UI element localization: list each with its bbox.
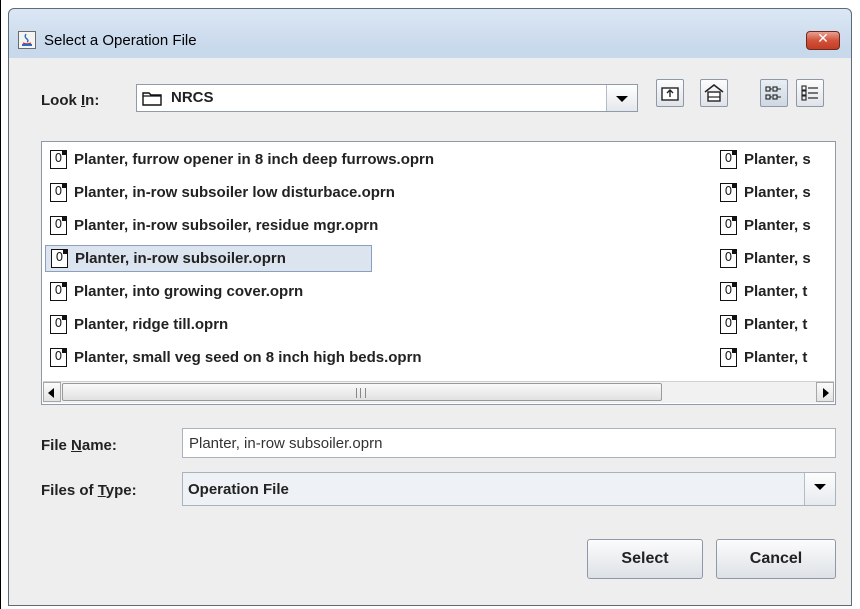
up-one-level-button[interactable] [656, 79, 684, 107]
file-icon: 0 [720, 282, 737, 301]
screen-edge [0, 0, 1, 609]
file-type-label: Files of Type: [41, 482, 137, 499]
file-list-item[interactable]: 0 Planter, in-row subsoiler, residue mgr.… [45, 212, 378, 239]
file-name-text: Planter, t [744, 316, 808, 333]
details-view-icon [801, 85, 818, 101]
file-list-item[interactable]: 0 Planter, in-row subsoiler.oprn [45, 245, 372, 272]
file-name-text: Planter, furrow opener in 8 inch deep fu… [74, 151, 435, 168]
file-icon: 0 [51, 249, 68, 268]
file-list-item[interactable]: 0 Planter, t [715, 344, 833, 371]
file-type-value: Operation File [188, 481, 289, 498]
file-type-combo[interactable]: Operation File [182, 472, 836, 506]
look-in-label: Look In: [41, 92, 100, 109]
file-icon: 0 [50, 183, 67, 202]
file-name-text: Planter, t [744, 349, 808, 366]
file-name-text: Planter, t [744, 283, 808, 300]
file-icon: 0 [720, 249, 737, 268]
file-name-text: Planter, s [744, 151, 811, 168]
file-list-item[interactable]: 0 Planter, in-row subsoiler low disturbac… [45, 179, 395, 206]
file-name-text: Planter, s [744, 184, 811, 201]
file-icon: 0 [50, 348, 67, 367]
up-folder-icon [661, 87, 679, 101]
file-list-item[interactable]: 0 Planter, s [715, 179, 833, 206]
scroll-right-button[interactable] [816, 382, 834, 402]
file-name-text: Planter, into growing cover.oprn [74, 283, 304, 300]
horizontal-scrollbar[interactable] [43, 381, 834, 403]
file-list[interactable]: 0 Planter, furrow opener in 8 inch deep f… [41, 141, 836, 405]
file-icon: 0 [720, 216, 737, 235]
file-list-item[interactable]: 0 Planter, s [715, 146, 833, 173]
file-list-item[interactable]: 0 Planter, s [715, 245, 833, 272]
file-list-item[interactable]: 0 Planter, furrow opener in 8 inch deep f… [45, 146, 434, 173]
file-name-label: File Name: [41, 437, 117, 454]
scroll-thumb[interactable] [62, 383, 662, 401]
close-icon: ✕ [817, 31, 829, 47]
look-in-combo[interactable]: NRCS [136, 84, 638, 112]
file-icon: 0 [50, 150, 67, 169]
file-name-text: Planter, s [744, 250, 811, 267]
grip-icon [356, 388, 366, 398]
folder-icon [142, 92, 162, 106]
select-button[interactable]: Select [587, 539, 703, 579]
file-name-text: Planter, s [744, 217, 811, 234]
file-icon: 0 [50, 315, 67, 334]
close-button[interactable]: ✕ [806, 31, 840, 50]
file-list-item[interactable]: 0 Planter, s [715, 212, 833, 239]
chevron-down-icon[interactable] [804, 473, 835, 505]
file-icon: 0 [720, 183, 737, 202]
file-icon: 0 [720, 315, 737, 334]
list-view-button[interactable] [760, 79, 788, 107]
file-name-text: Planter, small veg seed on 8 inch high b… [74, 349, 422, 366]
file-list-item[interactable]: 0 Planter, t [715, 278, 833, 305]
home-icon [704, 84, 724, 102]
details-view-button[interactable] [796, 79, 824, 107]
file-list-item[interactable]: 0 Planter, small veg seed on 8 inch high … [45, 344, 422, 371]
file-name-field[interactable]: Planter, in-row subsoiler.oprn [182, 428, 836, 458]
list-view-icon [765, 86, 781, 100]
file-name-text: Planter, in-row subsoiler low disturbace… [74, 184, 395, 201]
dialog-title: Select a Operation File [44, 32, 197, 49]
file-list-item[interactable]: 0 Planter, into growing cover.oprn [45, 278, 303, 305]
file-list-item[interactable]: 0 Planter, ridge till.oprn [45, 311, 228, 338]
file-name-text: Planter, ridge till.oprn [74, 316, 229, 333]
scroll-left-button[interactable] [43, 382, 61, 402]
java-app-icon [18, 31, 36, 49]
file-icon: 0 [720, 150, 737, 169]
look-in-value: NRCS [171, 89, 214, 106]
file-name-text: Planter, in-row subsoiler.oprn [75, 250, 286, 267]
file-icon: 0 [50, 216, 67, 235]
chevron-down-icon[interactable] [606, 85, 637, 111]
file-icon: 0 [720, 348, 737, 367]
file-list-item[interactable]: 0 Planter, t [715, 311, 833, 338]
home-button[interactable] [700, 79, 728, 107]
file-name-text: Planter, in-row subsoiler, residue mgr.o… [74, 217, 379, 234]
cancel-button[interactable]: Cancel [716, 539, 836, 579]
file-icon: 0 [50, 282, 67, 301]
